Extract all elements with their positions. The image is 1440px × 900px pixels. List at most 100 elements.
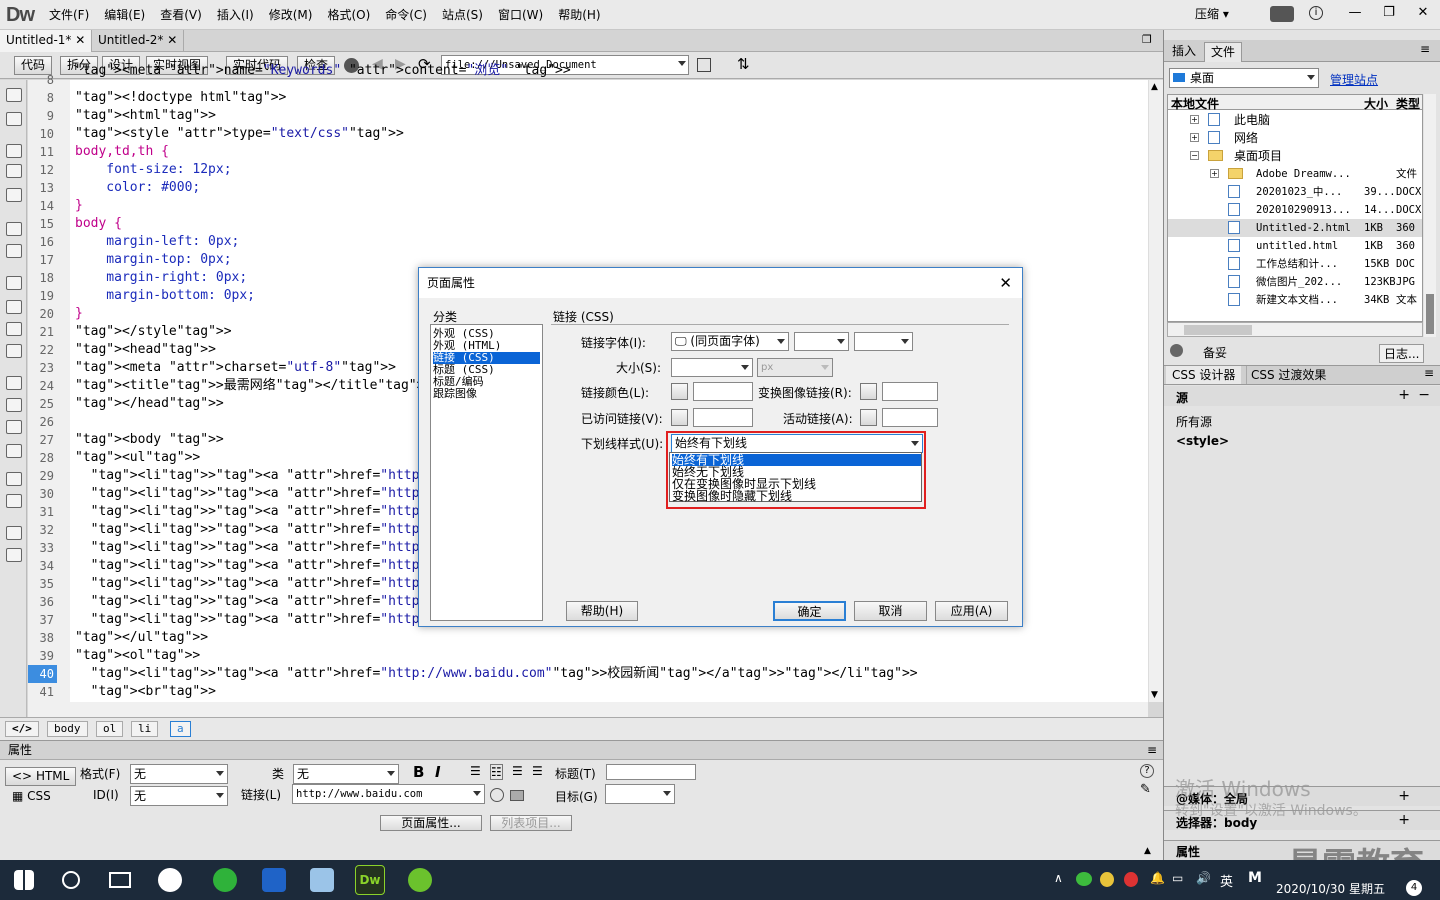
code-line[interactable]: color: #000; [75,179,200,197]
code-line[interactable]: "tag"></style"tag">> [75,323,232,341]
network-icon[interactable]: ▭ [1172,871,1183,885]
rollover-color-input[interactable] [882,382,938,401]
italic-button[interactable]: I [435,763,441,781]
code-line[interactable]: "tag"><style "attr">type="text/css""tag"… [75,125,404,143]
file-row[interactable]: − 桌面项目 [1168,147,1422,165]
coding-tool-icon[interactable] [6,398,22,412]
bold-button[interactable]: B [413,763,424,781]
menu-item[interactable]: 窗口(W) [498,0,552,30]
link-color-picker[interactable] [671,383,688,400]
coding-tool-icon[interactable] [6,244,22,258]
code-line[interactable]: margin-right: 0px; [75,269,247,287]
code-line[interactable]: } [75,197,83,215]
expand-toggle-icon[interactable]: + [1190,133,1199,142]
outdent-icon[interactable]: ☰ [512,764,523,778]
help-button[interactable]: 帮助(H) [566,601,638,621]
file-row[interactable]: + 网络 [1168,129,1422,147]
qq-icon[interactable] [1100,872,1114,887]
file-row[interactable]: untitled.html 1KB 360 [1168,237,1422,255]
add-source-icon[interactable]: + [1398,387,1410,403]
link-input[interactable]: http://www.baidu.com [292,784,485,804]
expand-toggle-icon[interactable]: + [1190,115,1199,124]
col-local-files[interactable]: 本地文件 [1171,95,1219,112]
coding-tool-icon[interactable] [6,276,22,290]
tray-expand-icon[interactable]: ∧ [1054,871,1063,885]
sync-icon[interactable] [1270,6,1294,22]
file-list-scrollbar[interactable] [1167,322,1423,337]
code-line[interactable]: "tag"><html"tag">> [75,107,216,125]
ime-mode-icon[interactable]: M [1248,870,1262,886]
coding-tool-icon[interactable] [6,188,22,202]
browse-folder-icon[interactable] [510,790,524,801]
search-icon[interactable] [62,871,80,889]
coding-tool-icon[interactable] [6,526,22,540]
dialog-close-icon[interactable]: ✕ [999,268,1012,298]
code-tag-icon[interactable]: </> [5,721,39,737]
code-line[interactable]: "tag"></head"tag">> [75,395,224,413]
menu-item[interactable]: 文件(F) [49,0,98,30]
ordered-list-icon[interactable]: ☷ [490,764,503,780]
menu-item[interactable]: 查看(V) [160,0,211,30]
active-color-input[interactable] [882,408,938,427]
point-to-file-icon[interactable] [490,788,504,802]
code-line[interactable]: "tag"></ul"tag">> [75,629,208,647]
css-props-button[interactable]: ▦ CSS [12,789,51,803]
style-source-item[interactable]: <style> [1176,434,1229,448]
breadcrumb-a[interactable]: a [170,721,191,737]
category-item[interactable]: 跟踪图像 [433,388,540,400]
menu-item[interactable]: 插入(I) [217,0,263,30]
breadcrumb-ol[interactable]: ol [96,721,124,737]
menu-item[interactable]: 编辑(E) [104,0,154,30]
coding-tool-icon[interactable] [6,164,22,178]
wechat-icon[interactable] [1076,872,1092,886]
list-item-button[interactable]: 列表项目... [490,815,572,831]
html-props-button[interactable]: <> HTML [5,767,77,786]
coding-tool-icon[interactable] [6,472,22,486]
file-row[interactable]: + Adobe Dreamw... 文件 [1168,165,1422,183]
browser-icon[interactable] [213,868,237,892]
windows-start-icon[interactable] [14,870,34,890]
all-sources-item[interactable]: 所有源 [1176,413,1212,430]
size-select[interactable] [671,358,753,377]
workspace-switcher[interactable]: 压缩 ▾ [1195,0,1229,28]
coding-tool-icon[interactable] [6,222,22,236]
code-line[interactable]: "tag"><head"tag">> [75,341,216,359]
coding-tool-icon[interactable] [6,300,22,314]
tab-untitled-2[interactable]: Untitled-2* ✕ [92,30,185,52]
collapse-icon[interactable]: ▲ [1144,846,1151,856]
code-line[interactable]: "tag"><ol"tag">> [75,647,200,665]
code-horizontal-scrollbar[interactable] [28,702,1148,717]
clock[interactable]: 2020/10/30 星期五 [1276,880,1385,897]
coding-tool-icon[interactable] [6,420,22,434]
menu-item[interactable]: 修改(M) [269,0,322,30]
font-weight-select[interactable] [854,332,913,351]
remove-source-icon[interactable]: − [1418,387,1430,403]
coding-tool-icon[interactable] [6,444,22,458]
close-icon[interactable]: ✕ [1406,0,1440,26]
unordered-list-icon[interactable]: ☰ [470,764,481,778]
word-icon[interactable] [262,868,286,892]
id-select[interactable]: 无 [130,786,228,806]
visited-color-input[interactable] [693,408,753,427]
menu-item[interactable]: 命令(C) [385,0,436,30]
minimize-icon[interactable]: — [1338,0,1372,26]
coding-tool-icon[interactable] [6,88,22,102]
notes-icon[interactable] [310,868,334,892]
volume-icon[interactable]: 🔊 [1196,871,1211,885]
expand-toggle-icon[interactable]: − [1190,151,1199,160]
col-type[interactable]: 类型 [1396,95,1420,112]
link-font-select[interactable]: 🖵 (同页面字体) [671,332,789,351]
file-row[interactable]: Untitled-2.html 1KB 360 [1168,219,1422,237]
coding-tool-icon[interactable] [6,344,22,358]
code-line[interactable]: "tag"><title"tag">>最需网络"tag"></title"tag… [75,377,432,395]
tab-untitled-1[interactable]: Untitled-1* ✕ [0,30,93,52]
coding-tool-icon[interactable] [6,322,22,336]
add-selector-icon[interactable]: + [1398,812,1410,828]
coding-tool-icon[interactable] [6,548,22,562]
code-line[interactable]: "tag"><meta "attr">name="Keywords" "attr… [75,62,571,80]
coding-tool-icon[interactable] [6,112,22,126]
code-line[interactable]: "tag"><body "tag">> [75,431,224,449]
address-dropdown-icon[interactable] [678,61,686,66]
qq-alt-icon[interactable] [1124,872,1138,887]
cancel-button[interactable]: 取消 [854,601,927,621]
